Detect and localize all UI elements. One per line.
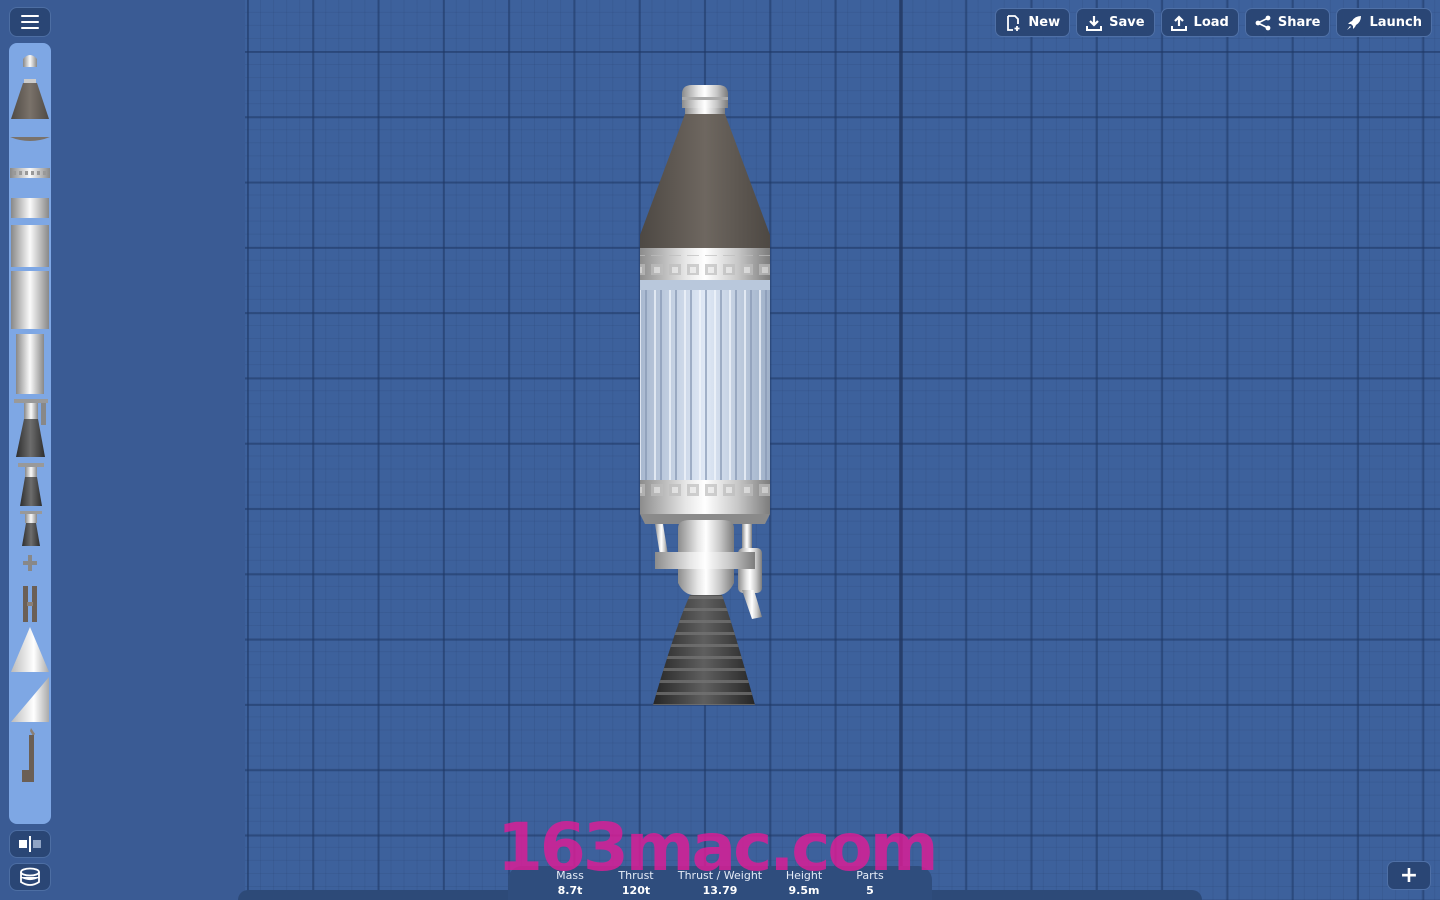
part-engine-small[interactable] (9, 511, 51, 547)
share-icon (1255, 15, 1271, 30)
nose-cone-icon (11, 79, 49, 119)
part-rcs-thruster[interactable] (9, 553, 51, 573)
hamburger-line (21, 21, 39, 23)
part-nose-cone[interactable] (9, 79, 51, 121)
upload-icon (1170, 14, 1187, 31)
part-heat-shield[interactable] (9, 135, 51, 143)
share-button[interactable]: Share (1244, 8, 1331, 37)
layers-icon (20, 867, 40, 886)
part-engine-large[interactable] (9, 399, 51, 459)
stat-thrust-weight: Thrust / Weight 13.79 (678, 868, 762, 898)
part-parachute-strut[interactable] (9, 726, 51, 784)
layers-button[interactable] (9, 863, 51, 891)
rocket-assembly[interactable] (630, 80, 780, 710)
part-fuel-tank-large[interactable] (9, 271, 51, 329)
stat-parts-value: 5 (866, 884, 874, 897)
stat-parts: Parts 5 (856, 868, 883, 898)
hamburger-line (21, 27, 39, 29)
center-axis-line (899, 0, 903, 900)
engine-small-icon (20, 511, 42, 546)
stat-parts-label: Parts (856, 869, 884, 882)
add-button[interactable]: + (1387, 861, 1431, 890)
nose-cone[interactable] (640, 114, 770, 248)
parachute-strut-icon (22, 728, 35, 782)
fairing-cone-icon (11, 627, 49, 672)
part-fairing-cone[interactable] (9, 627, 51, 673)
new-button[interactable]: New (995, 8, 1071, 37)
new-file-icon (1007, 14, 1020, 31)
fuel-tank[interactable] (640, 280, 770, 480)
stat-mass: Mass 8.7t (556, 868, 584, 898)
part-fuel-tank-small[interactable] (9, 198, 51, 218)
plus-icon: + (1399, 863, 1419, 888)
engine[interactable] (653, 520, 762, 705)
save-button-label: Save (1109, 15, 1145, 30)
separator-icon (10, 168, 50, 178)
part-fuel-tank-medium[interactable] (9, 225, 51, 267)
upper-ring[interactable] (640, 248, 770, 280)
build-grid[interactable] (245, 0, 1440, 900)
engine-large-icon (14, 399, 48, 457)
hamburger-menu-icon (21, 15, 39, 17)
stat-thrust-weight-value: 13.79 (702, 884, 738, 897)
fuel-tank-small-icon (11, 198, 49, 218)
fuel-tank-xl-icon (16, 334, 44, 394)
save-button[interactable]: Save (1076, 8, 1155, 37)
stat-height-value: 9.5m (788, 884, 820, 897)
probe-pod-icon (23, 55, 37, 67)
part-probe-pod[interactable] (9, 53, 51, 67)
stat-height: Height 9.5m (786, 868, 822, 898)
parts-panel[interactable] (9, 43, 51, 824)
launch-button-label: Launch (1369, 15, 1422, 30)
fuel-tank-medium-icon (11, 225, 49, 267)
load-button-label: Load (1193, 15, 1229, 30)
stat-thrust-value: 120t (621, 884, 651, 897)
rcs-thruster-icon (23, 555, 37, 571)
landing-leg-icon (23, 586, 37, 622)
lower-ring[interactable] (640, 480, 770, 524)
part-engine-medium[interactable] (9, 463, 51, 507)
stat-height-label: Height (785, 869, 823, 882)
part-fairing-side[interactable] (9, 677, 51, 723)
menu-button[interactable] (9, 7, 51, 37)
top-toolbar: New Save Load Share Launch (995, 8, 1432, 37)
stat-mass-label: Mass (556, 869, 584, 882)
launch-button[interactable]: Launch (1336, 8, 1432, 37)
fuel-tank-large-icon (11, 271, 49, 329)
probe-pod[interactable] (682, 85, 728, 114)
symmetry-button[interactable] (9, 830, 51, 858)
heat-shield-icon (10, 137, 50, 141)
fairing-side-icon (11, 677, 49, 722)
engine-medium-icon (18, 463, 44, 506)
symmetry-icon (19, 836, 41, 852)
stat-thrust: Thrust 120t (618, 868, 653, 898)
new-button-label: New (1028, 15, 1061, 30)
stat-mass-value: 8.7t (557, 884, 583, 897)
share-button-label: Share (1277, 15, 1321, 30)
load-button[interactable]: Load (1160, 8, 1239, 37)
stat-thrust-weight-label: Thrust / Weight (677, 869, 763, 882)
stat-thrust-label: Thrust (618, 869, 654, 882)
rocket-icon (1347, 15, 1362, 30)
part-separator[interactable] (9, 168, 51, 178)
download-icon (1086, 15, 1103, 31)
part-landing-leg[interactable] (9, 586, 51, 622)
part-fuel-tank-xl[interactable] (9, 334, 51, 394)
